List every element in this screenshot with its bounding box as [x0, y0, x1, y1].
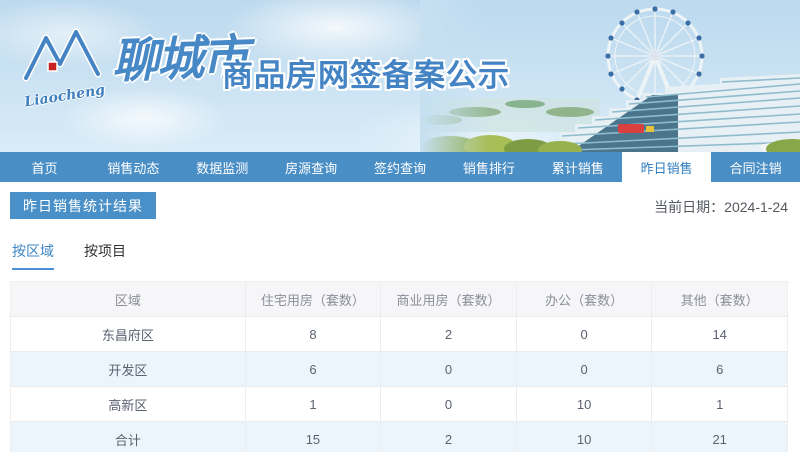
cell-region: 东昌府区	[10, 316, 246, 352]
table-row-hightech-zone: 高新区 1 0 10 1	[10, 386, 788, 422]
col-header-commercial: 商业用房（套数）	[380, 281, 517, 317]
cell-value: 8	[245, 316, 382, 352]
tab-by-region[interactable]: 按区域	[12, 241, 54, 270]
nav-item-signing-search[interactable]: 签约查询	[356, 152, 445, 182]
header-banner: Liaocheng 聊城市 商品房网签备案公示	[0, 0, 800, 152]
col-header-region: 区域	[10, 281, 246, 317]
cell-value: 6	[245, 351, 382, 387]
cell-value: 1	[651, 386, 788, 422]
nav-item-yesterday-sales[interactable]: 昨日销售	[622, 152, 712, 182]
cell-value: 2	[380, 421, 517, 452]
cell-value: 1	[245, 386, 382, 422]
col-header-other: 其他（套数）	[651, 281, 788, 317]
nav-item-cumulative-sales[interactable]: 累计销售	[533, 152, 622, 182]
col-header-residential: 住宅用房（套数）	[245, 281, 382, 317]
nav-item-data-monitoring[interactable]: 数据监测	[178, 152, 267, 182]
nav-item-listing-search[interactable]: 房源查询	[267, 152, 356, 182]
cell-value: 10	[516, 421, 653, 452]
logo-mark-icon	[22, 28, 102, 82]
table-row-total: 合计 15 2 10 21	[10, 421, 788, 452]
main-content: 昨日销售统计结果 当前日期：2024-1-24 按区域 按项目 区域 住宅用房（…	[0, 182, 800, 452]
cell-value: 21	[651, 421, 788, 452]
cell-value: 2	[380, 316, 517, 352]
cell-region: 高新区	[10, 386, 246, 422]
cell-value: 14	[651, 316, 788, 352]
view-tabs: 按区域 按项目	[12, 241, 790, 270]
cell-value: 0	[516, 351, 653, 387]
cell-value: 10	[516, 386, 653, 422]
cell-value: 15	[245, 421, 382, 452]
site-title: 商品房网签备案公示	[222, 58, 510, 93]
table-row-dongchangfu: 东昌府区 8 2 0 14	[10, 316, 788, 352]
section-title-badge: 昨日销售统计结果	[10, 192, 156, 219]
cell-value: 6	[651, 351, 788, 387]
tab-by-project[interactable]: 按项目	[84, 241, 126, 270]
sales-table-wrapper: 区域 住宅用房（套数） 商业用房（套数） 办公（套数） 其他（套数） 东昌府区 …	[10, 281, 790, 452]
current-date-label: 当前日期：2024-1-24	[654, 199, 788, 215]
nav-item-contract-cancellation[interactable]: 合同注销	[711, 152, 800, 182]
cell-region: 合计	[10, 421, 246, 452]
nav-item-sales-ranking[interactable]: 销售排行	[444, 152, 533, 182]
col-header-office: 办公（套数）	[516, 281, 653, 317]
table-header-row: 区域 住宅用房（套数） 商业用房（套数） 办公（套数） 其他（套数）	[10, 281, 788, 317]
cell-value: 0	[380, 386, 517, 422]
main-nav: 首页 销售动态 数据监测 房源查询 签约查询 销售排行 累计销售 昨日销售 合同…	[0, 152, 800, 182]
cell-value: 0	[516, 316, 653, 352]
cell-value: 0	[380, 351, 517, 387]
table-row-development-zone: 开发区 6 0 0 6	[10, 351, 788, 387]
nav-item-sales-dynamics[interactable]: 销售动态	[89, 152, 178, 182]
cell-region: 开发区	[10, 351, 246, 387]
nav-item-home[interactable]: 首页	[0, 152, 89, 182]
sales-statistics-table: 区域 住宅用房（套数） 商业用房（套数） 办公（套数） 其他（套数） 东昌府区 …	[10, 281, 788, 452]
